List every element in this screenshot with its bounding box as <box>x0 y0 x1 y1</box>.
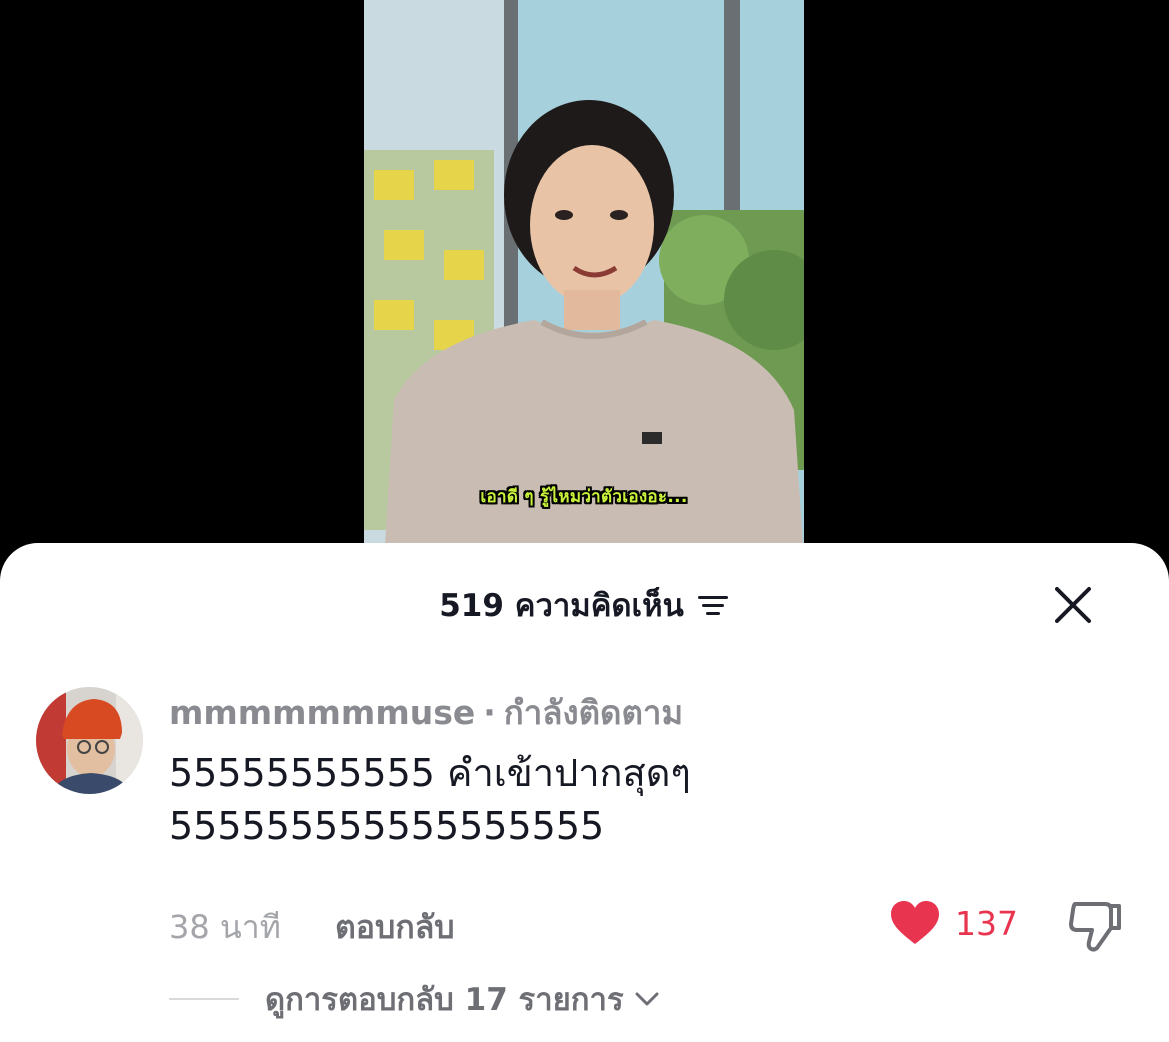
view-replies-button[interactable]: ดูการตอบกลับ 17 รายการ <box>169 979 660 1019</box>
comment-meta: mmmmmmmuse · กำลังติดตาม <box>169 691 1069 735</box>
video-frame <box>364 0 804 560</box>
like-button[interactable]: 137 <box>889 898 1018 948</box>
comment: mmmmmmmuse · กำลังติดตาม 55555555555 คำเข้… <box>169 691 1069 853</box>
screen: เอาดี ๆ รู้ไหมว่าตัวเองอะ... 519 ความคิด… <box>0 0 1169 1042</box>
comment-text: 55555555555 คำเข้าปากสุดๆ 55555555555555… <box>169 747 1069 853</box>
comments-count-title: 519 ความคิดเห็น <box>439 588 684 624</box>
comment-text-line: 55555555555 คำเข้าปากสุดๆ <box>169 751 691 795</box>
chevron-down-icon <box>635 992 659 1006</box>
comment-username[interactable]: mmmmmmmuse <box>169 693 475 732</box>
filter-icon[interactable] <box>696 591 730 619</box>
follow-status: กำลังติดตาม <box>503 693 684 732</box>
close-button[interactable] <box>1051 583 1095 627</box>
dislike-button[interactable] <box>1067 898 1125 952</box>
video-player[interactable]: เอาดี ๆ รู้ไหมว่าตัวเองอะ... <box>364 0 804 560</box>
video-caption: เอาดี ๆ รู้ไหมว่าตัวเองอะ... <box>480 487 688 507</box>
comment-text-line: 555555555555555555 <box>169 804 605 848</box>
replies-divider <box>169 998 239 1000</box>
view-replies-label: ดูการตอบกลับ 17 รายการ <box>265 982 624 1018</box>
reply-button[interactable]: ตอบกลับ <box>335 902 455 953</box>
heart-icon <box>891 901 939 944</box>
like-count: 137 <box>955 903 1018 943</box>
meta-separator: · <box>483 693 496 732</box>
comment-actions: 38 นาที ตอบกลับ 137 <box>169 898 1129 952</box>
comment-time: 38 นาที <box>169 908 281 946</box>
avatar[interactable] <box>36 687 143 794</box>
comments-header: 519 ความคิดเห็น <box>0 583 1169 627</box>
comments-sheet: 519 ความคิดเห็น mmmmmmmuse · กำลังติดตาม… <box>0 543 1169 1042</box>
close-icon <box>1055 587 1091 623</box>
thumbs-down-icon <box>1069 902 1121 952</box>
